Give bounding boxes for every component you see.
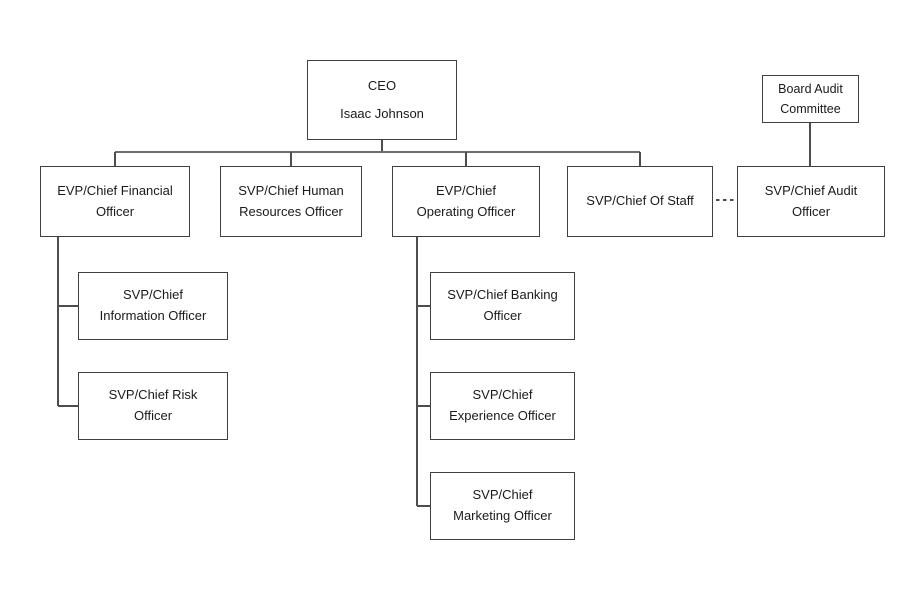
node-cro-line1: SVP/Chief Risk [108, 387, 198, 403]
node-chief-of-staff-line1: SVP/Chief Of Staff [586, 193, 694, 209]
node-coo-line2: Operating Officer [416, 203, 516, 219]
node-ceo-role: CEO [367, 77, 397, 93]
node-chro-line1: SVP/Chief Human [238, 182, 344, 198]
node-cmo-line2: Marketing Officer [453, 508, 552, 523]
node-cio-line1: SVP/Chief [123, 287, 183, 303]
node-svp-chief-experience-officer[interactable]: SVP/Chief Experience Officer [430, 372, 575, 440]
org-chart-canvas: CEO Isaac Johnson Board Audit Committee … [0, 0, 900, 600]
node-board-audit-committee[interactable]: Board Audit Committee [762, 75, 859, 123]
node-ceo-name: Isaac Johnson [340, 105, 424, 121]
node-cxo-line2: Experience Officer [449, 408, 556, 423]
node-chro-line2: Resources Officer [239, 203, 343, 219]
node-evp-chief-financial-officer[interactable]: EVP/Chief Financial Officer [40, 166, 190, 237]
node-ceo[interactable]: CEO Isaac Johnson [307, 60, 457, 140]
node-cio-line2: Information Officer [99, 308, 207, 323]
node-board-audit-committee-line1: Board Audit [778, 81, 843, 96]
node-svp-chief-information-officer[interactable]: SVP/Chief Information Officer [78, 272, 228, 340]
node-svp-chief-human-resources-officer[interactable]: SVP/Chief Human Resources Officer [220, 166, 362, 237]
node-coo-line1: EVP/Chief [436, 182, 496, 198]
node-cfo-line1: EVP/Chief Financial [57, 182, 173, 198]
node-cbo-line1: SVP/Chief Banking [447, 287, 558, 303]
node-cfo-line2: Officer [95, 203, 135, 219]
node-cxo-line1: SVP/Chief [472, 387, 533, 403]
node-svp-chief-marketing-officer[interactable]: SVP/Chief Marketing Officer [430, 472, 575, 540]
node-evp-chief-operating-officer[interactable]: EVP/Chief Operating Officer [392, 166, 540, 237]
node-cbo-line2: Officer [483, 308, 522, 323]
node-svp-chief-audit-officer[interactable]: SVP/Chief Audit Officer [737, 166, 885, 237]
node-chief-audit-officer-line1: SVP/Chief Audit [764, 182, 858, 198]
node-svp-chief-of-staff[interactable]: SVP/Chief Of Staff [567, 166, 713, 237]
node-cro-line2: Officer [133, 408, 173, 423]
node-chief-audit-officer-line2: Officer [791, 203, 831, 219]
node-cmo-line1: SVP/Chief [472, 487, 533, 503]
node-svp-chief-risk-officer[interactable]: SVP/Chief Risk Officer [78, 372, 228, 440]
node-board-audit-committee-line2: Committee [780, 102, 841, 116]
node-svp-chief-banking-officer[interactable]: SVP/Chief Banking Officer [430, 272, 575, 340]
